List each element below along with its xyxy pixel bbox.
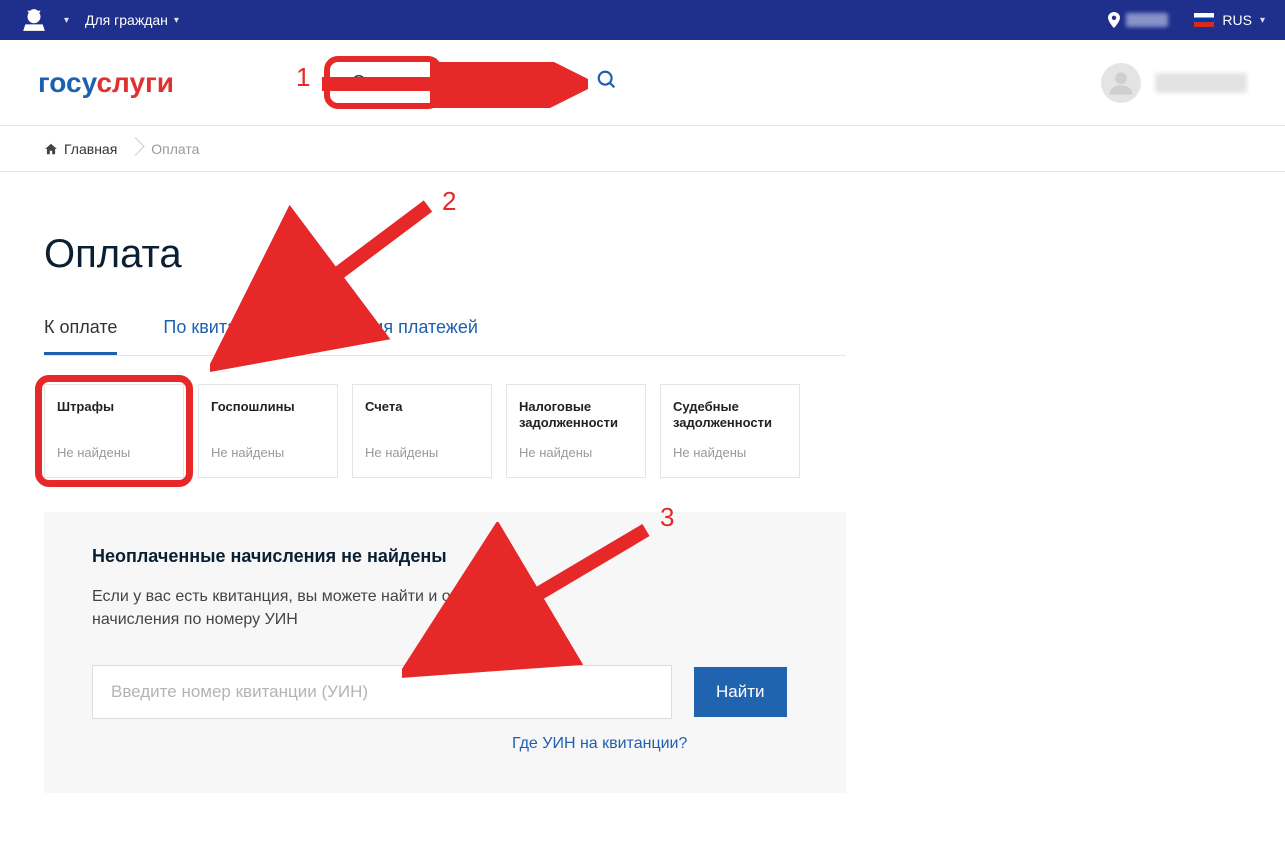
chevron-down-icon: ▾ [174, 15, 179, 26]
card-title: Штрафы [57, 399, 171, 431]
search-icon[interactable] [596, 69, 618, 96]
uin-help-link[interactable]: Где УИН на квитанции? [512, 735, 798, 753]
annotation-number-1: 1 [296, 62, 310, 93]
site-logo[interactable]: госуслуги [38, 67, 174, 99]
tab-to-pay[interactable]: К оплате [44, 317, 117, 355]
flag-ru-icon [1194, 13, 1214, 27]
card-sub: Не найдены [673, 445, 787, 460]
card-sub: Не найдены [57, 445, 171, 460]
language-selector[interactable]: RUS ▾ [1194, 12, 1265, 28]
find-button[interactable]: Найти [694, 667, 787, 717]
card-sub: Не найдены [519, 445, 633, 460]
card-duties[interactable]: Госпошлины Не найдены [198, 384, 338, 478]
card-sub: Не найдены [365, 445, 479, 460]
logo-part-1: госу [38, 67, 96, 98]
user-menu[interactable] [1101, 63, 1247, 103]
breadcrumb-current: Оплата [151, 141, 199, 157]
language-label: RUS [1222, 12, 1252, 28]
citizens-label: Для граждан [85, 12, 168, 28]
logo-part-2: слуги [96, 67, 173, 98]
tabs: К оплате По квитанции История платежей [44, 317, 846, 356]
home-icon [44, 142, 58, 156]
card-title: Счета [365, 399, 479, 431]
card-title: Госпошлины [211, 399, 325, 431]
card-tax-debts[interactable]: Налоговые задолженности Не найдены [506, 384, 646, 478]
nav-payment[interactable]: Оплата [352, 72, 414, 92]
location-pin-icon [1108, 12, 1120, 28]
breadcrumb-home-label: Главная [64, 141, 117, 157]
annotation-highlight-1: Оплата [324, 56, 442, 109]
card-court-debts[interactable]: Судебные задолженности Не найдены [660, 384, 800, 478]
panel-title: Неоплаченные начисления не найдены [92, 546, 798, 567]
emblem-chevron-icon[interactable]: ▾ [64, 15, 69, 26]
card-title: Судебные задолженности [673, 399, 787, 431]
user-name [1155, 73, 1247, 93]
location-selector[interactable] [1108, 12, 1168, 28]
breadcrumb-home[interactable]: Главная [44, 141, 117, 157]
avatar-icon [1101, 63, 1141, 103]
card-sub: Не найдены [211, 445, 325, 460]
chevron-down-icon: ▾ [1260, 15, 1265, 26]
nav-support[interactable]: Поддержка [472, 72, 566, 93]
card-fines[interactable]: Штрафы Не найдены [44, 384, 184, 478]
page-title: Оплата [44, 232, 846, 277]
unpaid-panel: Неоплаченные начисления не найдены Если … [44, 512, 846, 793]
category-cards: Штрафы Не найдены Госпошлины Не найдены … [44, 384, 846, 478]
main-header: госуслуги Оплата Поддержка [0, 40, 1285, 126]
breadcrumb-sep-icon [123, 138, 145, 160]
tab-history[interactable]: История платежей [323, 317, 478, 355]
emblem-icon [20, 6, 48, 34]
card-title: Налоговые задолженности [519, 399, 633, 431]
annotation-number-2: 2 [442, 186, 456, 217]
breadcrumb: Главная Оплата [0, 126, 1285, 172]
citizens-dropdown[interactable]: Для граждан ▾ [85, 12, 179, 28]
main-content: Оплата К оплате По квитанции История пла… [0, 172, 890, 853]
panel-description: Если у вас есть квитанция, вы можете най… [92, 585, 592, 631]
gov-top-bar: ▾ Для граждан ▾ RUS ▾ [0, 0, 1285, 40]
uin-input[interactable] [92, 665, 672, 719]
card-bills[interactable]: Счета Не найдены [352, 384, 492, 478]
tab-by-receipt[interactable]: По квитанции [163, 317, 277, 355]
annotation-number-3: 3 [660, 502, 674, 533]
location-label [1126, 13, 1168, 27]
